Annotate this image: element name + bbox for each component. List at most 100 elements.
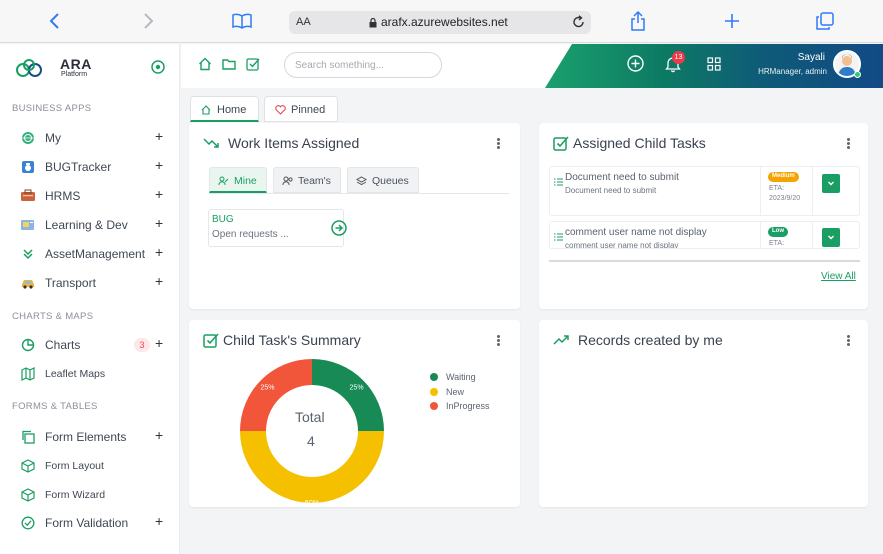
list-scroll-divider bbox=[549, 260, 860, 262]
divider bbox=[760, 167, 761, 215]
sidebar-item-form-wizard[interactable]: Form Wizard bbox=[0, 482, 179, 508]
donut-slice-label: 50% bbox=[305, 500, 319, 506]
online-status-dot bbox=[854, 71, 861, 78]
task-dropdown-button[interactable] bbox=[822, 228, 840, 247]
bookmarks-icon[interactable] bbox=[231, 10, 253, 32]
brand-logo[interactable]: ARA Platform bbox=[15, 56, 165, 86]
home-icon[interactable] bbox=[198, 57, 212, 76]
section-label-charts-maps: CHARTS & MAPS bbox=[12, 311, 94, 322]
learning-icon bbox=[20, 217, 36, 233]
pie-chart-icon bbox=[20, 337, 36, 353]
apps-grid-icon[interactable] bbox=[707, 57, 721, 76]
sidebar-item-label: Form Layout bbox=[45, 460, 104, 472]
work-item-bug[interactable]: BUG Open requests ... bbox=[208, 209, 347, 247]
car-icon bbox=[20, 275, 36, 291]
share-icon[interactable] bbox=[627, 10, 649, 32]
more-options-icon[interactable] bbox=[845, 137, 851, 150]
reload-icon[interactable] bbox=[572, 15, 585, 32]
sidebar-item-assetmanagement[interactable]: AssetManagement + bbox=[0, 241, 179, 267]
copy-icon bbox=[20, 429, 36, 445]
expand-icon[interactable]: + bbox=[155, 186, 163, 202]
records-card: Records created by me bbox=[539, 320, 868, 507]
expand-icon[interactable]: + bbox=[155, 128, 163, 144]
expand-icon[interactable]: + bbox=[155, 244, 163, 260]
sidebar-item-my[interactable]: My + bbox=[0, 125, 179, 151]
section-label-business-apps: BUSINESS APPS bbox=[12, 103, 92, 114]
sidebar-item-bugtracker[interactable]: BUGTracker + bbox=[0, 154, 179, 180]
expand-icon[interactable]: + bbox=[155, 513, 163, 529]
trending-up-icon bbox=[553, 332, 569, 351]
expand-icon[interactable]: + bbox=[155, 273, 163, 289]
brand-subtitle: Platform bbox=[61, 71, 88, 78]
sidebar-item-hrms[interactable]: HRMS + bbox=[0, 183, 179, 209]
priority-badge-low: Low bbox=[768, 227, 788, 237]
expand-icon[interactable]: + bbox=[155, 427, 163, 443]
task-dropdown-button[interactable] bbox=[822, 174, 840, 193]
sidebar-item-label: Leaflet Maps bbox=[45, 368, 106, 380]
search-input[interactable]: Search something... bbox=[284, 52, 442, 78]
tab-pinned[interactable]: Pinned bbox=[264, 96, 338, 122]
sidebar-item-charts[interactable]: Charts 3 + bbox=[0, 332, 179, 358]
sidebar-item-label: Form Validation bbox=[45, 516, 129, 530]
map-icon bbox=[20, 366, 36, 382]
reader-mode-button[interactable]: AA bbox=[296, 16, 311, 28]
sidebar-item-label: Charts bbox=[45, 338, 81, 352]
checkbox-icon[interactable] bbox=[246, 57, 260, 76]
sidebar-item-form-elements[interactable]: Form Elements + bbox=[0, 424, 179, 450]
url-text: arafx.azurewebsites.net bbox=[381, 15, 508, 29]
task-eta: ETA: 2023/9/20 bbox=[769, 185, 801, 202]
sidebar-item-label: Form Elements bbox=[45, 430, 127, 444]
expand-icon[interactable]: + bbox=[155, 335, 163, 351]
divider bbox=[760, 222, 761, 248]
cube-icon bbox=[20, 458, 36, 474]
sidebar-item-leaflet-maps[interactable]: Leaflet Maps bbox=[0, 361, 179, 387]
view-all-link[interactable]: View All bbox=[821, 271, 856, 282]
divider bbox=[812, 167, 813, 215]
double-chevron-down-icon bbox=[20, 246, 36, 262]
new-tab-icon[interactable] bbox=[721, 10, 743, 32]
sidebar-item-form-layout[interactable]: Form Layout bbox=[0, 453, 179, 479]
tab-teams[interactable]: Team's bbox=[273, 167, 341, 193]
donut-chart: 25% 50% 25% bbox=[240, 359, 384, 506]
pin-sidebar-icon[interactable] bbox=[151, 60, 165, 79]
hrms-icon bbox=[20, 188, 36, 204]
child-tasks-card: Assigned Child Tasks Document need to su… bbox=[539, 123, 868, 309]
task-row[interactable]: comment user name not display comment us… bbox=[549, 221, 860, 249]
expand-icon[interactable]: + bbox=[155, 157, 163, 173]
tab-label: Home bbox=[217, 104, 247, 116]
arrow-right-circle-icon[interactable] bbox=[331, 220, 347, 241]
task-subtitle: Document need to submit bbox=[565, 186, 657, 195]
sidebar-item-form-validation[interactable]: Form Validation + bbox=[0, 510, 179, 536]
forward-icon[interactable] bbox=[137, 10, 159, 32]
more-options-icon[interactable] bbox=[495, 334, 501, 347]
check-circle-icon bbox=[20, 515, 36, 531]
expand-icon[interactable]: + bbox=[155, 215, 163, 231]
sidebar-item-label: AssetManagement bbox=[45, 247, 146, 261]
tabs-overview-icon[interactable] bbox=[814, 10, 836, 32]
lock-icon bbox=[369, 17, 377, 31]
user-name[interactable]: Sayali bbox=[798, 52, 825, 63]
tab-queues[interactable]: Queues bbox=[347, 167, 419, 193]
legend-dot bbox=[430, 402, 438, 410]
more-options-icon[interactable] bbox=[495, 137, 501, 150]
folder-icon[interactable] bbox=[222, 57, 236, 76]
globe-icon bbox=[20, 130, 36, 146]
task-subtitle: comment user name not display bbox=[565, 241, 679, 249]
tab-mine[interactable]: Mine bbox=[209, 167, 267, 193]
section-label-forms-tables: FORMS & TABLES bbox=[12, 401, 98, 412]
sidebar-item-transport[interactable]: Transport + bbox=[0, 270, 179, 296]
work-item-label: Open requests ... bbox=[212, 229, 289, 240]
list-icon bbox=[554, 228, 563, 246]
more-options-icon[interactable] bbox=[845, 334, 851, 347]
back-icon[interactable] bbox=[44, 10, 66, 32]
task-row[interactable]: Document need to submit Document need to… bbox=[549, 166, 860, 216]
checkbox-icon bbox=[553, 135, 569, 154]
divider bbox=[812, 222, 813, 248]
add-circle-icon[interactable] bbox=[627, 55, 644, 77]
sidebar-item-learning[interactable]: Learning & Dev + bbox=[0, 212, 179, 238]
summary-card: Child Task's Summary 25% 50% 25% Total 4 W… bbox=[189, 320, 520, 507]
address-bar[interactable]: AA arafx.azurewebsites.net bbox=[289, 11, 591, 34]
tab-home[interactable]: Home bbox=[190, 96, 259, 122]
user-edit-icon bbox=[218, 176, 229, 189]
notification-badge: 13 bbox=[672, 51, 685, 64]
